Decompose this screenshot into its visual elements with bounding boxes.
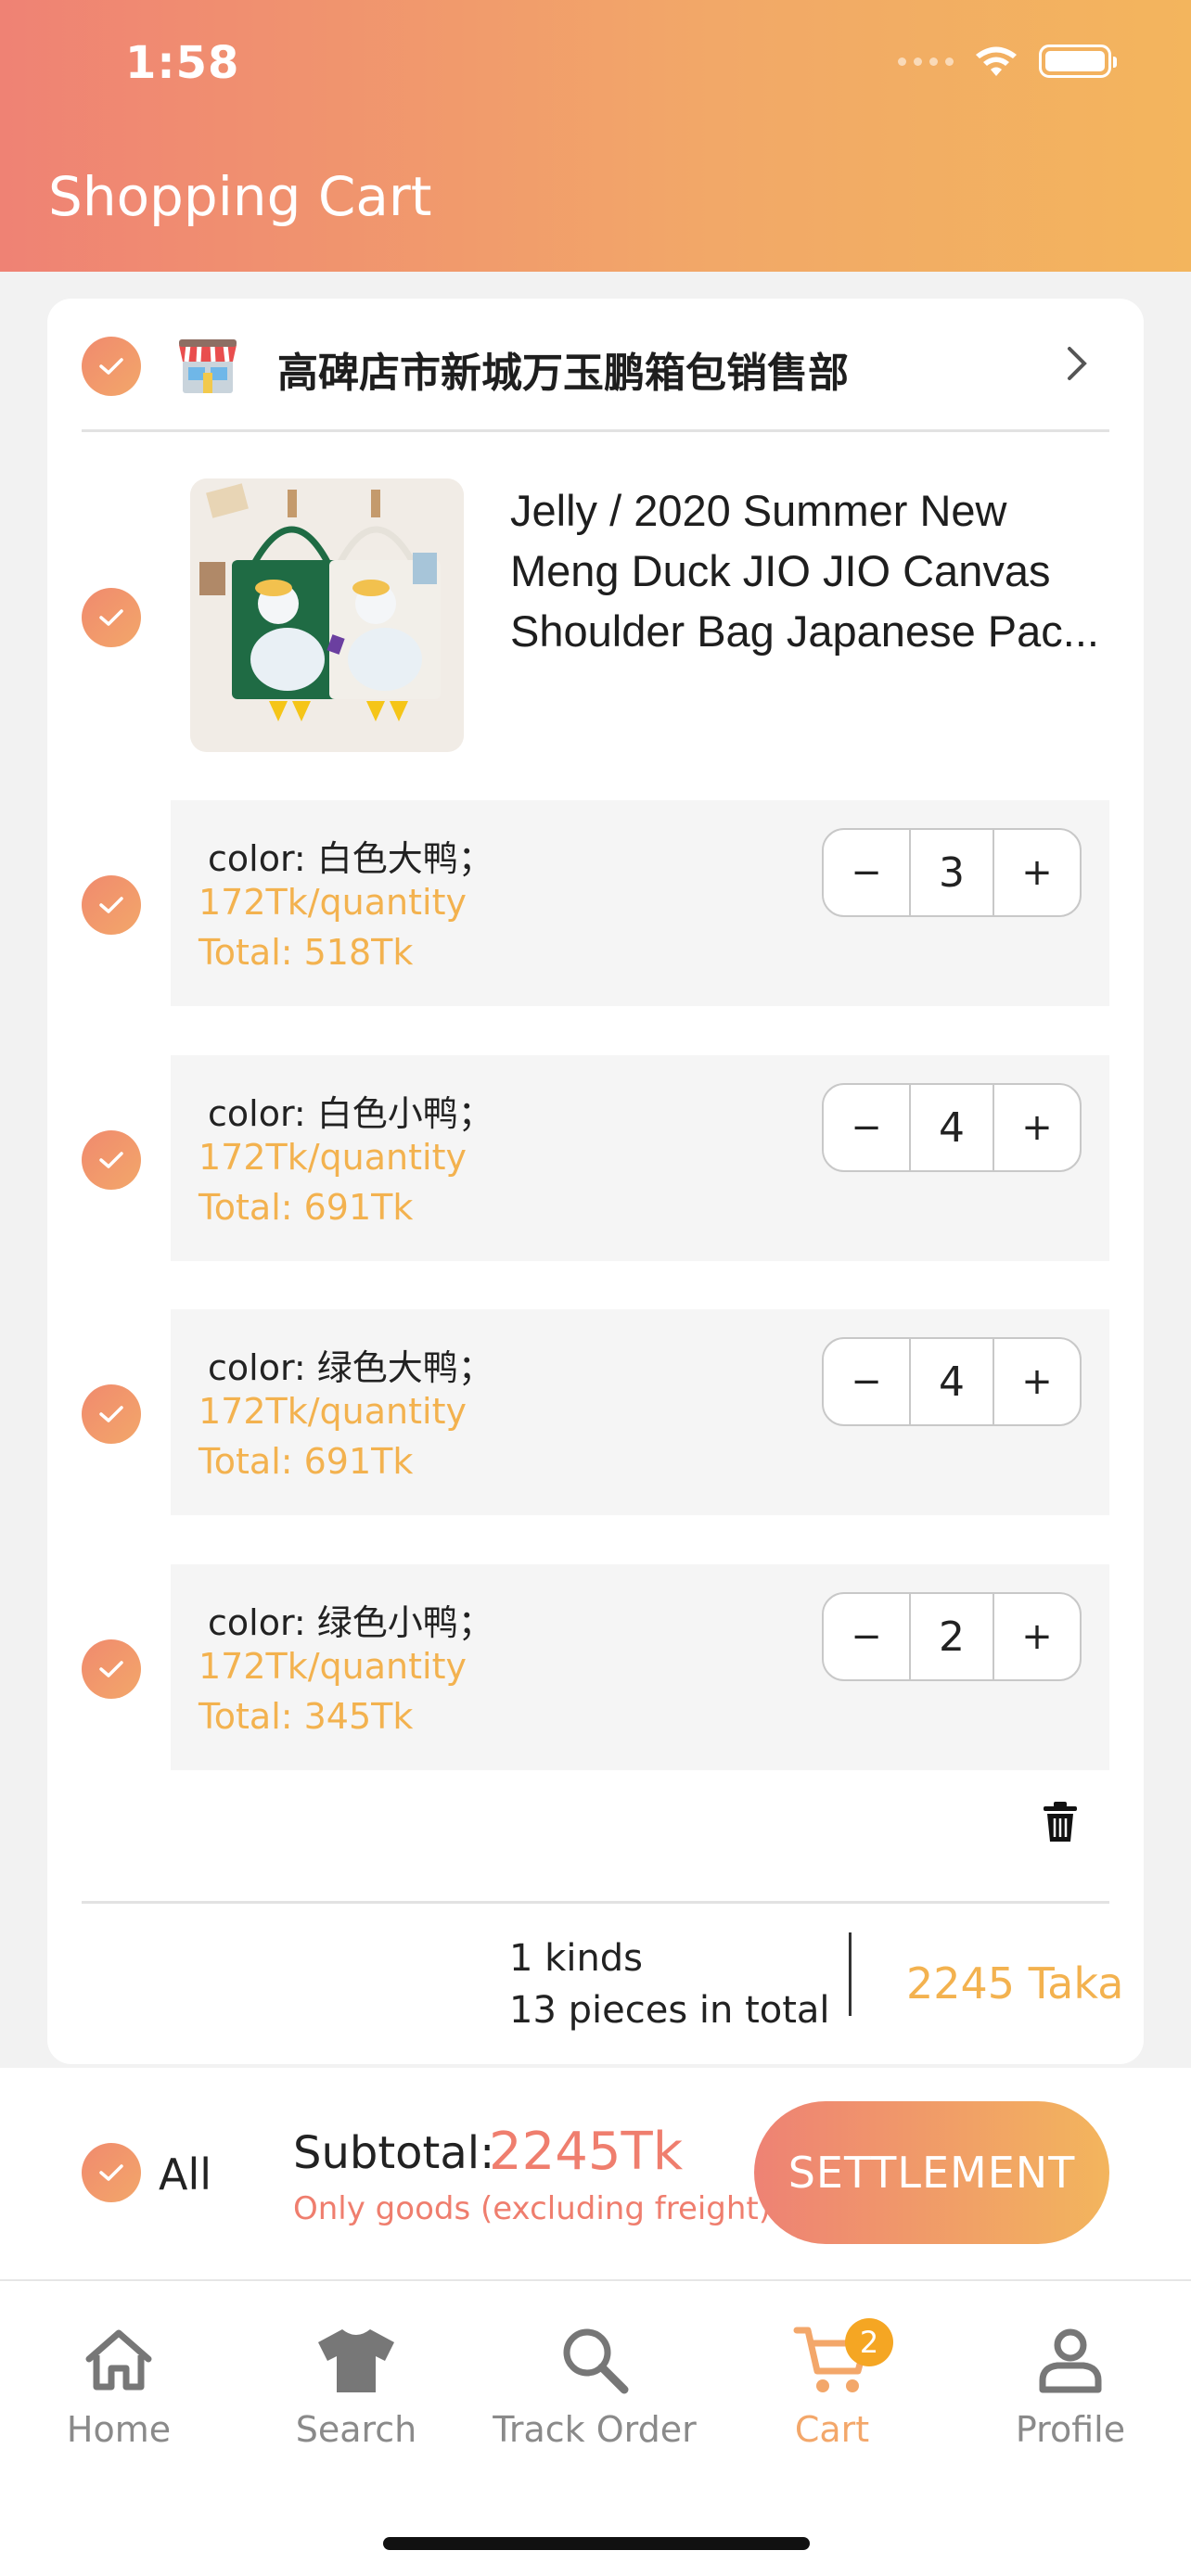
- cart-summary-counts: 1 kinds 13 pieces in total: [509, 1932, 830, 2036]
- tab-search[interactable]: Search: [237, 2318, 475, 2450]
- quantity-value[interactable]: 4: [909, 1339, 994, 1424]
- variant-row: color: 白色大鸭； 172Tk/quantity Total: 518Tk…: [171, 800, 1109, 1006]
- check-icon: [99, 897, 123, 913]
- check-icon: [99, 1152, 123, 1168]
- check-icon: [99, 609, 123, 626]
- check-icon: [99, 358, 123, 375]
- variant-unit-price: 172Tk/quantity: [198, 882, 467, 923]
- check-icon: [99, 2164, 123, 2181]
- cart-store-card: 高碑店市新城万玉鹏箱包销售部 Jelly / 2020 Summer New M…: [47, 299, 1144, 2064]
- variant-checkbox[interactable]: [82, 1130, 141, 1190]
- quantity-value[interactable]: 3: [909, 830, 994, 915]
- variant-total: Total: 691Tk: [198, 1441, 414, 1482]
- tab-label: Track Order: [493, 2409, 697, 2450]
- product-select-checkbox[interactable]: [82, 588, 141, 647]
- home-indicator: [383, 2537, 810, 2550]
- cart-badge: 2: [845, 2318, 893, 2366]
- increase-button[interactable]: +: [994, 1594, 1080, 1679]
- variant-unit-price: 172Tk/quantity: [198, 1137, 467, 1178]
- variant-checkbox[interactable]: [82, 1384, 141, 1444]
- tab-home[interactable]: Home: [0, 2318, 237, 2450]
- person-icon: [1039, 2328, 1102, 2393]
- tab-label: Cart: [794, 2409, 870, 2450]
- tab-cart[interactable]: 2 Cart: [713, 2318, 951, 2450]
- increase-button[interactable]: +: [994, 830, 1080, 915]
- variant-color: color: 绿色大鸭；: [208, 1347, 493, 1388]
- increase-button[interactable]: +: [994, 1085, 1080, 1170]
- decrease-button[interactable]: −: [824, 1339, 909, 1424]
- store-name: 高碑店市新城万玉鹏箱包销售部: [277, 350, 849, 397]
- decrease-button[interactable]: −: [824, 1594, 909, 1679]
- decrease-button[interactable]: −: [824, 1085, 909, 1170]
- search-icon: [563, 2328, 629, 2394]
- settlement-button[interactable]: SETTLEMENT: [754, 2101, 1109, 2244]
- tab-bar: Home Search Track Order 2 Cart Profile: [0, 2279, 1191, 2576]
- chevron-right-icon[interactable]: [1066, 345, 1088, 382]
- quantity-value[interactable]: 4: [909, 1085, 994, 1170]
- home-icon: [85, 2329, 152, 2391]
- quantity-stepper: − 3 +: [822, 828, 1082, 917]
- status-time: 1:58: [125, 37, 240, 89]
- app-header: 1:58 Shopping Cart: [0, 0, 1191, 272]
- tab-label: Profile: [1015, 2409, 1126, 2450]
- summary-separator: [849, 1932, 852, 2016]
- quantity-value[interactable]: 2: [909, 1594, 994, 1679]
- tab-track-order[interactable]: Track Order: [476, 2318, 713, 2450]
- store-row[interactable]: 高碑店市新城万玉鹏箱包销售部: [47, 299, 1144, 430]
- subtotal-label: Subtotal:: [293, 2127, 495, 2179]
- signal-icon: [898, 57, 954, 66]
- page-title: Shopping Cart: [48, 165, 432, 228]
- variant-total: Total: 345Tk: [198, 1696, 414, 1737]
- shirt-icon: [318, 2329, 394, 2392]
- pieces-count: 13 pieces in total: [509, 1989, 830, 2032]
- trash-icon[interactable]: [1043, 1801, 1078, 1843]
- quantity-stepper: − 2 +: [822, 1592, 1082, 1681]
- store-select-checkbox[interactable]: [82, 337, 141, 396]
- check-icon: [99, 1661, 123, 1677]
- variant-unit-price: 172Tk/quantity: [198, 1646, 467, 1687]
- variant-color: color: 白色小鸭；: [208, 1093, 493, 1134]
- store-total: 2245 Taka: [906, 1958, 1124, 2009]
- variant-checkbox[interactable]: [82, 875, 141, 935]
- quantity-stepper: − 4 +: [822, 1083, 1082, 1172]
- kinds-count: 1 kinds: [509, 1937, 644, 1980]
- variant-total: Total: 518Tk: [198, 932, 414, 973]
- check-icon: [99, 1406, 123, 1422]
- variant-color: color: 绿色小鸭；: [208, 1602, 493, 1643]
- variant-row: color: 绿色大鸭； 172Tk/quantity Total: 691Tk…: [171, 1309, 1109, 1515]
- tab-label: Home: [66, 2409, 172, 2450]
- variant-unit-price: 172Tk/quantity: [198, 1391, 467, 1432]
- variant-color: color: 白色大鸭；: [208, 838, 493, 879]
- select-all-checkbox[interactable]: [82, 2143, 141, 2202]
- variant-checkbox[interactable]: [82, 1639, 141, 1699]
- store-icon: [179, 339, 237, 393]
- divider: [82, 1901, 1109, 1904]
- quantity-stepper: − 4 +: [822, 1337, 1082, 1426]
- increase-button[interactable]: +: [994, 1339, 1080, 1424]
- select-all-label[interactable]: All: [159, 2149, 211, 2200]
- product-image[interactable]: [190, 478, 464, 752]
- subtotal-note: Only goods (excluding freight): [293, 2190, 772, 2227]
- variant-total: Total: 691Tk: [198, 1187, 414, 1228]
- tab-label: Search: [295, 2409, 417, 2450]
- battery-icon: [1039, 45, 1117, 78]
- variant-row: color: 绿色小鸭； 172Tk/quantity Total: 345Tk…: [171, 1564, 1109, 1770]
- status-icons: [898, 45, 1117, 78]
- decrease-button[interactable]: −: [824, 830, 909, 915]
- subtotal-value: 2245Tk: [489, 2122, 684, 2182]
- tab-profile[interactable]: Profile: [952, 2318, 1189, 2450]
- divider: [82, 429, 1109, 432]
- product-title[interactable]: Jelly / 2020 Summer New Meng Duck JIO JI…: [510, 480, 1118, 661]
- variant-row: color: 白色小鸭； 172Tk/quantity Total: 691Tk…: [171, 1055, 1109, 1261]
- wifi-icon: [976, 46, 1017, 76]
